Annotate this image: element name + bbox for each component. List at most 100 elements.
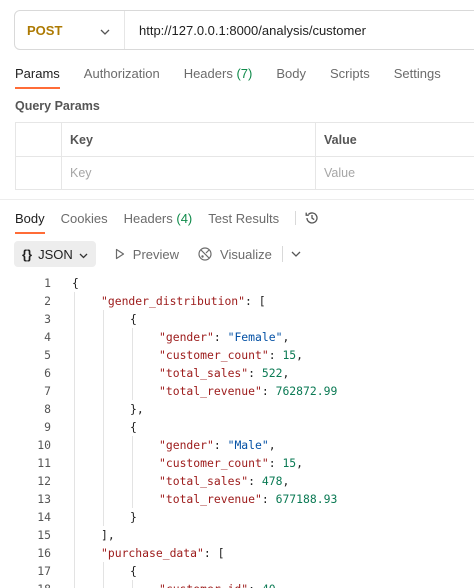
code-token: :: [268, 348, 283, 362]
code-token: :: [261, 492, 276, 506]
line-number: 11: [37, 456, 51, 470]
tab-separator: [295, 211, 297, 225]
url-input[interactable]: http://127.0.0.1:8000/analysis/customer: [125, 23, 366, 38]
key-column-header: Key: [62, 123, 316, 156]
code-token: "gender": [159, 330, 214, 344]
code-token: : [: [245, 294, 266, 308]
query-params-table: Key Value Key Value: [15, 122, 474, 190]
chevron-down-icon: [100, 23, 110, 38]
line-number: 6: [44, 366, 51, 380]
history-icon[interactable]: [304, 210, 320, 234]
tab-headers[interactable]: Headers (7): [184, 66, 253, 89]
tab-scripts[interactable]: Scripts: [330, 66, 370, 89]
line-number: 18: [0, 582, 51, 588]
table-header-row: Key Value: [16, 123, 474, 156]
toolbar-separator: [281, 246, 283, 262]
panel-divider: [0, 199, 474, 200]
line-number: 16: [37, 546, 51, 560]
visualize-button[interactable]: Visualize: [197, 246, 272, 262]
code-line: 11 "customer_count": 15,: [0, 454, 474, 472]
code-token: "total_revenue": [159, 492, 262, 506]
code-token: :: [213, 438, 228, 452]
tab-cookies[interactable]: Cookies: [61, 211, 108, 234]
tab-body[interactable]: Body: [276, 66, 306, 89]
tab-response-body[interactable]: Body: [15, 211, 45, 234]
code-token: "customer_id": [159, 582, 248, 588]
preview-button[interactable]: Preview: [114, 247, 179, 262]
code-token: {: [130, 420, 137, 434]
visualize-icon: [198, 247, 212, 261]
code-line: 6 "total_sales": 522,: [0, 364, 474, 382]
line-number: 13: [37, 492, 51, 506]
code-line: 1{: [0, 274, 474, 292]
row-checkbox-cell: [16, 157, 62, 189]
code-token: "total_revenue": [159, 384, 262, 398]
code-line: 8},: [0, 400, 474, 418]
braces-icon: {}: [22, 246, 33, 262]
code-token: "customer_count": [159, 348, 269, 362]
line-number: 7: [44, 384, 51, 398]
code-token: : [: [203, 546, 225, 560]
code-token: ,: [282, 366, 290, 380]
code-token: :: [268, 456, 283, 470]
code-line: 7 "total_revenue": 762872.99: [0, 382, 474, 400]
code-line: 10 "gender": "Male",: [0, 436, 474, 454]
code-line: 3{: [0, 310, 474, 328]
code-token: {: [72, 276, 79, 290]
request-tabs: Params Authorization Headers (7) Body Sc…: [15, 66, 465, 89]
key-input[interactable]: Key: [62, 157, 316, 189]
tab-params[interactable]: Params: [15, 66, 60, 89]
code-line: 2 "gender_distribution": [: [0, 292, 474, 310]
preview-label: Preview: [132, 246, 180, 262]
method-label: POST: [27, 22, 63, 38]
tab-response-headers[interactable]: Headers (4): [124, 211, 193, 234]
code-token: ],: [101, 528, 115, 542]
line-number: 10: [37, 438, 51, 452]
query-params-title: Query Params: [15, 99, 100, 113]
tab-authorization[interactable]: Authorization: [84, 66, 160, 89]
format-select[interactable]: {} JSON: [14, 241, 96, 267]
code-line: 17 {: [0, 562, 474, 580]
code-line: 5 "customer_count": 15,: [0, 346, 474, 364]
code-line: 12 "total_sales": 478,: [0, 472, 474, 490]
code-token: "purchase_data": [101, 546, 204, 560]
code-token: },: [130, 402, 144, 416]
line-number: 2: [44, 294, 51, 308]
code-token: :: [248, 366, 262, 380]
code-line: 16 "purchase_data": [: [0, 544, 474, 562]
code-token: :: [248, 582, 262, 588]
code-line: 18 "customer_id": 40: [0, 580, 474, 588]
code-line: 14}: [0, 508, 474, 526]
code-token: 15: [282, 456, 297, 470]
line-number: 5: [44, 348, 51, 362]
code-token: 15: [282, 348, 297, 362]
code-token: 522: [261, 366, 283, 380]
line-number: 9: [44, 420, 51, 434]
tab-settings[interactable]: Settings: [394, 66, 441, 89]
line-number: 15: [37, 528, 51, 542]
visualize-options-button[interactable]: [291, 251, 301, 257]
code-token: {: [130, 312, 137, 326]
visualize-label: Visualize: [220, 246, 272, 262]
code-line: 13 "total_revenue": 677188.93: [0, 490, 474, 508]
response-body-code[interactable]: 1{2 "gender_distribution": [3{4 "gender": …: [0, 274, 474, 588]
code-token: "Female": [227, 330, 283, 344]
request-url-bar: POST http://127.0.0.1:8000/analysis/cust…: [14, 10, 474, 50]
code-token: ,: [282, 474, 290, 488]
code-token: "customer_count": [159, 456, 269, 470]
code-token: :: [261, 384, 276, 398]
method-select[interactable]: POST: [15, 11, 125, 49]
code-token: 40: [262, 582, 276, 588]
code-token: :: [213, 330, 228, 344]
line-number: 4: [44, 330, 51, 344]
code-token: 677188.93: [275, 492, 338, 506]
tab-test-results[interactable]: Test Results: [208, 211, 279, 234]
code-token: {: [130, 564, 137, 578]
value-input[interactable]: Value: [316, 157, 474, 189]
format-label: JSON: [38, 246, 73, 262]
line-number: 12: [37, 474, 51, 488]
chevron-down-icon: [79, 247, 88, 262]
line-number: 3: [44, 312, 51, 326]
code-token: "Male": [227, 438, 269, 452]
checkbox-column-header: [16, 123, 62, 156]
